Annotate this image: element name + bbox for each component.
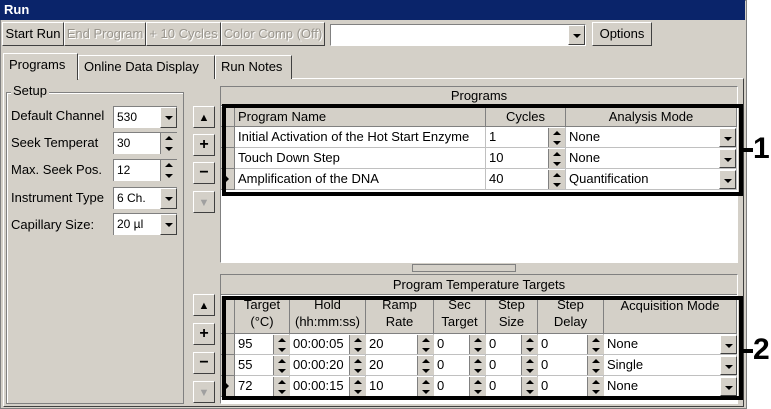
dropdown-arrow-icon[interactable] — [160, 107, 177, 128]
move-down-target-button[interactable]: ▼ — [193, 381, 215, 403]
down-arrow-icon: ▼ — [198, 197, 210, 209]
seek-temperature-label: Seek Temperat — [11, 135, 99, 150]
callout-line — [741, 349, 753, 353]
tab-online-data-display[interactable]: Online Data Display — [78, 55, 215, 79]
start-run-button[interactable]: Start Run — [2, 22, 64, 46]
tab-run-notes[interactable]: Run Notes — [215, 55, 292, 79]
end-program-button[interactable]: End Program — [64, 22, 146, 46]
capillary-size-label: Capillary Size: — [11, 217, 95, 232]
instrument-type-label: Instrument Type — [11, 190, 104, 205]
run-combo-box[interactable] — [330, 24, 586, 46]
remove-target-button[interactable]: − — [193, 352, 215, 374]
move-up-program-button[interactable]: ▲ — [193, 106, 215, 128]
move-up-target-button[interactable]: ▲ — [193, 294, 215, 316]
instrument-type-value: 6 Ch. — [117, 191, 146, 205]
plus-icon: + — [199, 136, 209, 153]
move-down-program-button[interactable]: ▼ — [193, 191, 215, 213]
dropdown-arrow-icon[interactable] — [160, 214, 177, 235]
remove-program-button[interactable]: − — [193, 162, 215, 184]
max-seek-pos-value: 12 — [117, 163, 131, 177]
add-program-button[interactable]: + — [193, 134, 215, 156]
callout-box-programs — [222, 104, 743, 196]
color-comp-button[interactable]: Color Comp (Off) — [221, 22, 325, 46]
dropdown-arrow-icon[interactable] — [568, 25, 585, 45]
spin-icon[interactable] — [160, 160, 177, 181]
setup-title: Setup — [11, 83, 49, 98]
callout-box-targets — [222, 296, 743, 400]
capillary-size-value: 20 µl — [117, 217, 144, 231]
options-button[interactable]: Options — [592, 22, 652, 46]
splitter-handle[interactable] — [412, 264, 516, 272]
default-channel-value: 530 — [117, 110, 138, 124]
dropdown-arrow-icon[interactable] — [160, 188, 177, 209]
tab-programs[interactable]: Programs — [3, 53, 78, 80]
add-target-button[interactable]: + — [193, 323, 215, 345]
callout-number-2: 2 — [753, 333, 770, 366]
plus-10-cycles-button[interactable]: + 10 Cycles — [146, 22, 221, 46]
up-arrow-icon: ▲ — [198, 112, 210, 124]
down-arrow-icon: ▼ — [198, 387, 210, 399]
minus-icon: − — [199, 354, 209, 371]
spin-icon[interactable] — [160, 133, 177, 154]
targets-title: Program Temperature Targets — [221, 275, 737, 295]
max-seek-pos-label: Max. Seek Pos. — [11, 162, 103, 177]
seek-temperature-value: 30 — [117, 136, 131, 150]
window-title: Run — [0, 0, 745, 20]
minus-icon: − — [199, 164, 209, 181]
callout-number-1: 1 — [753, 132, 770, 165]
callout-line — [741, 148, 753, 152]
plus-icon: + — [199, 325, 209, 342]
default-channel-label: Default Channel — [11, 108, 105, 123]
up-arrow-icon: ▲ — [198, 300, 210, 312]
